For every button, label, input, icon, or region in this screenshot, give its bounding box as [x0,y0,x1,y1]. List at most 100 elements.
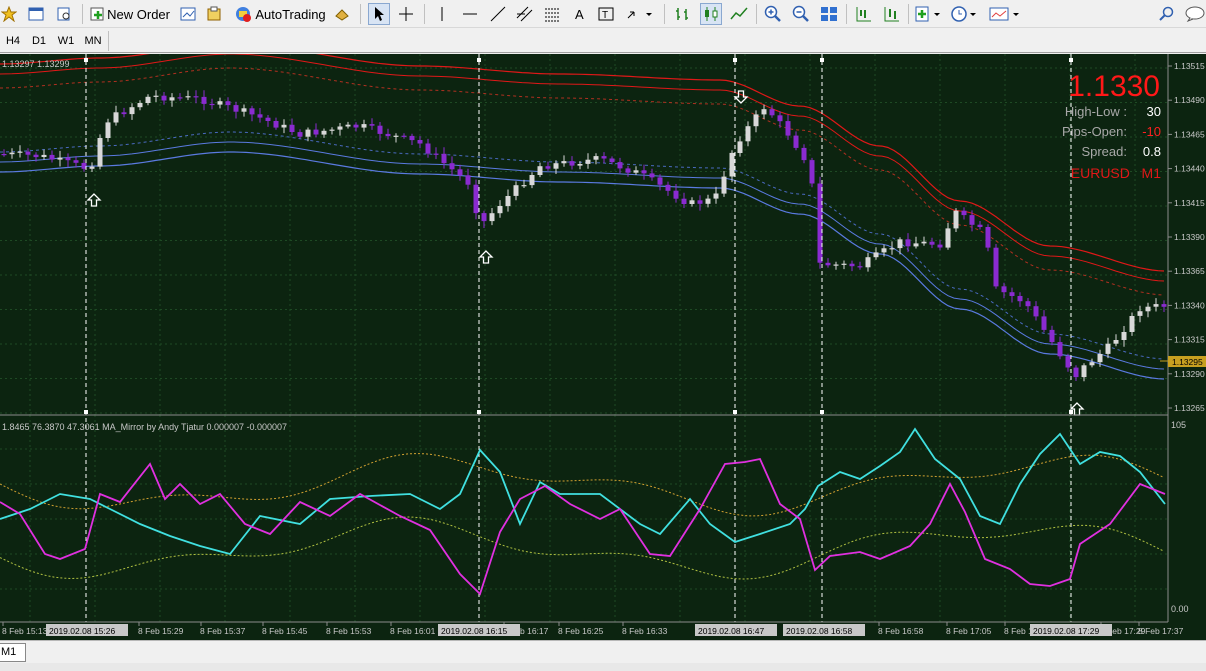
chat-icon[interactable] [1184,3,1206,25]
candle-body [337,126,343,130]
chart-window[interactable]: 1.13515 1.13490 1.13465 1.13440 1.13415 1.133… [0,43,1206,640]
big-price-display: 1.1330 [1068,70,1160,103]
candle-body [633,170,639,173]
candle-body [537,166,543,175]
highlighted-time-label: 2019.02.08 16:58 [786,626,852,636]
candle-body [129,107,135,115]
candle-body [705,198,711,204]
candle-body [457,169,463,176]
candle-body [297,132,303,137]
candle-body [257,114,263,118]
candle-body [977,224,983,227]
candle-body [377,125,383,134]
timeframe-mn[interactable]: MN [80,32,106,50]
candle-body [921,241,927,244]
candle-body [137,103,143,108]
candle-body [993,247,999,287]
search-icon[interactable] [1158,3,1176,25]
candle-body [1137,311,1143,316]
timeframe-w1[interactable]: W1 [53,32,79,50]
fibonacci-icon[interactable] [542,3,564,25]
line-chart-icon[interactable] [728,3,750,25]
timeframe-d1[interactable]: D1 [26,32,52,50]
high-low-label: High-Low : [1065,104,1127,119]
templates-dropdown-icon[interactable] [988,3,1022,25]
candle-body [305,129,311,137]
candle-body [49,154,55,160]
candle-body [905,239,911,247]
timeframe-h4[interactable]: H4 [0,32,26,50]
text-label-icon[interactable]: T [596,3,616,25]
vertical-marker-handle [820,58,824,62]
equidistant-channel-icon[interactable] [514,3,536,25]
candle-body [897,239,903,249]
chart-background [0,54,1206,640]
text-tool-icon[interactable]: A [570,3,590,25]
indicators-dropdown-icon[interactable] [914,3,944,25]
price-tick-label: 1.13265 [1174,403,1205,413]
price-tick-label: 1.13315 [1174,335,1205,345]
pips-open-label: Pips-Open: [1062,124,1127,139]
favorites-icon[interactable] [0,3,18,25]
chart-tab-m1[interactable]: M1 [0,643,26,662]
candle-body [1113,340,1119,344]
candle-body [313,129,319,135]
crosshair-icon[interactable] [396,3,416,25]
candle-body [57,157,63,160]
time-tick-label: 8 Feb 16:58 [878,626,924,636]
current-price-label: 1.13295 [1172,357,1203,367]
candle-body [761,109,767,115]
candle-body [233,105,239,112]
candle-body [265,117,271,121]
price-tick-label: 1.13465 [1174,129,1205,139]
trendline-icon[interactable] [488,3,508,25]
candle-body [281,124,287,128]
chart-window-icon[interactable] [178,3,198,25]
vertical-line-icon[interactable] [432,3,452,25]
candle-body [169,97,175,101]
bar-chart-icon[interactable] [672,3,694,25]
symbol-timeframe-label: EURUSD M1 [1071,165,1161,181]
price-tick-label: 1.13490 [1174,95,1205,105]
candle-body [729,152,735,177]
candle-body [953,210,959,229]
candle-body [769,109,775,116]
cursor-icon[interactable] [368,3,390,25]
periods-dropdown-icon[interactable] [950,3,980,25]
tile-windows-icon[interactable] [818,3,840,25]
candle-body [1009,292,1015,296]
candle-body [929,241,935,245]
zoom-out-icon[interactable] [790,3,812,25]
candle-body [657,177,663,185]
chart-canvas[interactable]: 1.13515 1.13490 1.13465 1.13440 1.13415 1.133… [0,43,1206,640]
vertical-marker-handle [1069,58,1073,62]
vertical-marker-handle [477,58,481,62]
candle-body [1145,306,1151,312]
options-icon[interactable] [332,3,352,25]
candle-body [361,124,367,128]
candlestick-icon[interactable] [700,3,722,25]
zoom-in-icon[interactable] [762,3,784,25]
autotrading-label: AutoTrading [255,6,326,22]
time-tick-label: 8 Feb 15:13 [2,626,48,636]
candle-body [601,156,607,159]
market-watch-icon[interactable] [26,3,46,25]
candle-body [449,163,455,170]
data-window-icon[interactable] [54,3,74,25]
spread-value: 0.8 [1143,144,1161,159]
candle-body [961,210,967,216]
candle-body [881,248,887,253]
horizontal-line-icon[interactable] [460,3,480,25]
strategy-tester-icon[interactable] [204,3,224,25]
indicator-label: 1.8465 76.3870 47.3061 MA_Mirror by Andy… [2,422,287,432]
candle-body [1065,356,1071,368]
autotrading-button[interactable]: AutoTrading [232,3,328,25]
arrows-dropdown-icon[interactable] [624,3,656,25]
candle-body [105,122,111,138]
candle-body [97,138,103,167]
chart-shift-icon[interactable] [852,3,874,25]
new-order-button[interactable]: New Order [90,3,170,25]
autoscroll-icon[interactable] [880,3,902,25]
candle-body [1121,332,1127,340]
candle-body [1105,343,1111,354]
